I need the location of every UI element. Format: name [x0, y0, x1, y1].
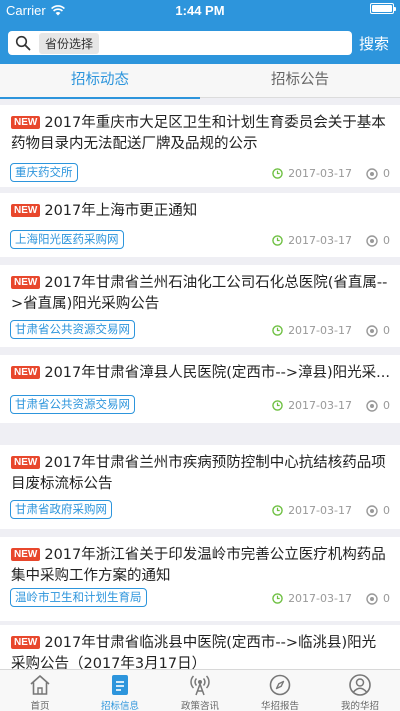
view-count-icon	[366, 504, 378, 517]
view-count-icon	[366, 399, 378, 412]
list-item[interactable]: NEW 2017年甘肃省兰州石油化工公司石化总医院(省直属-->省直属)阳光采购公…	[0, 265, 400, 347]
search-input[interactable]	[103, 31, 352, 55]
search-box[interactable]: 省份选择	[8, 31, 352, 55]
tab-bidding-news[interactable]: 招标动态	[0, 64, 200, 99]
tabbar-item-reports[interactable]: 华招报告	[240, 670, 320, 711]
item-date: 2017-03-17	[288, 399, 352, 412]
home-icon	[30, 675, 50, 695]
item-date: 2017-03-17	[288, 504, 352, 517]
item-meta: 2017-03-17 0	[272, 399, 390, 412]
source-tag[interactable]: 重庆药交所	[10, 163, 78, 182]
new-badge: NEW	[11, 116, 41, 129]
search-icon	[15, 35, 31, 51]
battery-indicator	[370, 3, 396, 14]
new-badge: NEW	[11, 456, 41, 469]
item-date: 2017-03-17	[288, 167, 352, 180]
item-meta: 2017-03-17 0	[272, 592, 390, 605]
tabbar-item-my-account[interactable]: 我的华招	[320, 670, 400, 711]
item-views: 0	[383, 399, 390, 412]
new-badge: NEW	[11, 276, 41, 289]
new-badge: NEW	[11, 366, 41, 379]
item-views: 0	[383, 234, 390, 247]
new-badge: NEW	[11, 636, 41, 649]
tabbar-label: 我的华招	[340, 701, 379, 711]
clock-time: 1:44 PM	[175, 3, 225, 18]
tabbar-label: 首页	[30, 701, 50, 711]
item-meta: 2017-03-17 0	[272, 234, 390, 247]
item-title-wrap: NEW 2017年甘肃省兰州石油化工公司石化总医院(省直属-->省直属)阳光采购公…	[11, 273, 390, 315]
item-title: 2017年甘肃省临洮县中医院(定西市-->临洮县)阳光采购公告（2017年3月1…	[11, 635, 377, 669]
province-select-button[interactable]: 省份选择	[39, 32, 100, 54]
list-item[interactable]: NEW 2017年浙江省关于印发温岭市完善公立医疗机构药品集中采购工作方案的通知 …	[0, 537, 400, 621]
battery-icon	[370, 3, 396, 14]
clock-icon	[272, 325, 283, 336]
item-title: 2017年甘肃省兰州市疾病预防控制中心抗结核药品项目废标流标公告	[11, 455, 386, 492]
source-tag[interactable]: 甘肃省公共资源交易网	[10, 320, 135, 339]
document-icon	[112, 675, 128, 695]
clock-icon	[272, 168, 283, 179]
item-title-wrap: NEW 2017年甘肃省临洮县中医院(定西市-->临洮县)阳光采购公告（2017年…	[11, 633, 390, 669]
list-item[interactable]: NEW 2017年重庆市大足区卫生和计划生育委员会关于基本药物目录内无法配送厂牌及…	[0, 105, 400, 187]
segment-tabs: 招标动态 招标公告	[0, 64, 400, 99]
item-date: 2017-03-17	[288, 234, 352, 247]
list-item[interactable]: NEW 2017年甘肃省漳县人民医院(定西市-->漳县)阳光采... 甘肃省公共资…	[0, 355, 400, 423]
tabbar-item-bidding-info[interactable]: 招标信息	[80, 670, 160, 711]
item-title-wrap: NEW 2017年浙江省关于印发温岭市完善公立医疗机构药品集中采购工作方案的通知	[11, 545, 390, 587]
source-tag[interactable]: 甘肃省公共资源交易网	[10, 395, 135, 414]
search-bar: 省份选择 搜索	[0, 20, 400, 64]
new-badge: NEW	[11, 548, 41, 561]
tabbar-item-home[interactable]: 首页	[0, 670, 80, 711]
item-title-wrap: NEW 2017年甘肃省兰州市疾病预防控制中心抗结核药品项目废标流标公告	[11, 453, 390, 495]
tab-label: 招标动态	[71, 72, 129, 88]
bottom-tab-bar: 首页 招标信息 政策咨讯 华招报告 我的华招	[0, 669, 400, 711]
view-count-icon	[366, 324, 378, 337]
status-bar: Carrier 1:44 PM	[0, 0, 400, 20]
broadcast-icon	[190, 675, 210, 696]
source-tag[interactable]: 甘肃省政府采购网	[10, 500, 112, 519]
item-views: 0	[383, 592, 390, 605]
tab-bidding-announcements[interactable]: 招标公告	[200, 64, 400, 98]
item-title-wrap: NEW 2017年甘肃省漳县人民医院(定西市-->漳县)阳光采...	[11, 363, 390, 384]
search-button[interactable]: 搜索	[359, 33, 389, 54]
list-item[interactable]: NEW 2017年甘肃省兰州市疾病预防控制中心抗结核药品项目废标流标公告 甘肃省政…	[0, 445, 400, 529]
item-meta: 2017-03-17 0	[272, 167, 390, 180]
item-meta: 2017-03-17 0	[272, 504, 390, 517]
clock-icon	[272, 400, 283, 411]
source-tag[interactable]: 上海阳光医药采购网	[10, 230, 124, 249]
list-item[interactable]: NEW 2017年甘肃省临洮县中医院(定西市-->临洮县)阳光采购公告（2017年…	[0, 625, 400, 669]
item-views: 0	[383, 324, 390, 337]
clock-icon	[272, 505, 283, 516]
item-title-wrap: NEW 2017年上海市更正通知	[11, 201, 390, 222]
item-views: 0	[383, 167, 390, 180]
tabbar-item-policy-news[interactable]: 政策咨讯	[160, 670, 240, 711]
item-title: 2017年甘肃省漳县人民医院(定西市-->漳县)阳光采...	[44, 365, 390, 381]
item-date: 2017-03-17	[288, 592, 352, 605]
item-title-wrap: NEW 2017年重庆市大足区卫生和计划生育委员会关于基本药物目录内无法配送厂牌及…	[11, 113, 390, 155]
view-count-icon	[366, 167, 378, 180]
source-tag[interactable]: 温岭市卫生和计划生育局	[10, 588, 147, 607]
item-title: 2017年上海市更正通知	[44, 203, 198, 219]
clock-icon	[272, 235, 283, 246]
list-item[interactable]: NEW 2017年上海市更正通知 上海阳光医药采购网 2017-03-17 0	[0, 193, 400, 257]
tabbar-label: 华招报告	[260, 701, 299, 711]
item-date: 2017-03-17	[288, 324, 352, 337]
clock-icon	[272, 593, 283, 604]
tabbar-label: 政策咨讯	[180, 701, 219, 711]
user-icon	[349, 674, 371, 696]
tab-label: 招标公告	[271, 72, 329, 88]
news-list[interactable]: NEW 2017年重庆市大足区卫生和计划生育委员会关于基本药物目录内无法配送厂牌及…	[0, 99, 400, 669]
compass-icon	[269, 674, 291, 696]
item-views: 0	[383, 504, 390, 517]
item-meta: 2017-03-17 0	[272, 324, 390, 337]
item-title: 2017年甘肃省兰州石油化工公司石化总医院(省直属-->省直属)阳光采购公告	[11, 275, 388, 312]
view-count-icon	[366, 592, 378, 605]
item-title: 2017年浙江省关于印发温岭市完善公立医疗机构药品集中采购工作方案的通知	[11, 547, 386, 584]
tabbar-label: 招标信息	[100, 701, 139, 711]
item-title: 2017年重庆市大足区卫生和计划生育委员会关于基本药物目录内无法配送厂牌及品规的…	[11, 115, 386, 152]
new-badge: NEW	[11, 204, 41, 217]
view-count-icon	[366, 234, 378, 247]
